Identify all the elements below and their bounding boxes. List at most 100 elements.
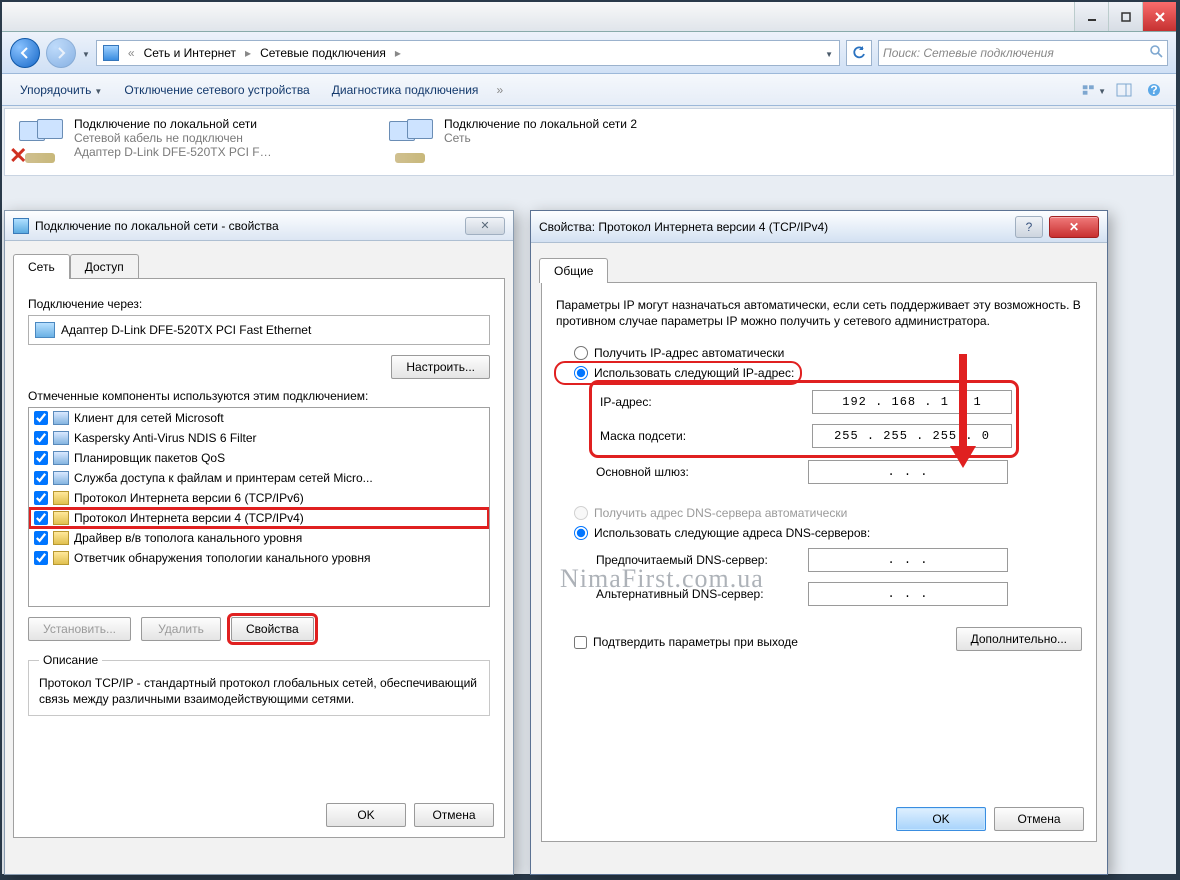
- tab-body: Подключение через: Адаптер D-Link DFE-52…: [13, 278, 505, 838]
- install-button[interactable]: Установить...: [28, 617, 131, 641]
- nav-forward-button[interactable]: [46, 38, 76, 68]
- svg-text:?: ?: [1150, 83, 1157, 97]
- advanced-button[interactable]: Дополнительно...: [956, 627, 1082, 651]
- component-checkbox[interactable]: [34, 531, 48, 545]
- description-text: Протокол TCP/IP - стандартный протокол г…: [39, 675, 479, 707]
- gateway-row: Основной шлюз: . . .: [556, 455, 1082, 489]
- components-list[interactable]: Клиент для сетей Microsoft Kaspersky Ant…: [28, 407, 490, 607]
- subnet-mask-input[interactable]: 255 . 255 . 255 . 0: [812, 424, 1012, 448]
- description-legend: Описание: [39, 653, 102, 667]
- tab-strip: Сеть Доступ: [5, 245, 513, 278]
- dialog-title: Подключение по локальной сети - свойства: [35, 219, 465, 233]
- refresh-button[interactable]: [846, 40, 872, 66]
- remove-button[interactable]: Удалить: [141, 617, 221, 641]
- configure-button[interactable]: Настроить...: [391, 355, 490, 379]
- tab-network[interactable]: Сеть: [13, 254, 70, 279]
- minimize-button[interactable]: [1074, 2, 1108, 31]
- component-checkbox[interactable]: [34, 411, 48, 425]
- connect-via-label: Подключение через:: [28, 297, 490, 311]
- ip-address-row: IP-адрес: 192 . 168 . 1 . 1: [596, 385, 1012, 419]
- location-icon: [103, 45, 119, 61]
- connection-device: Адаптер D-Link DFE-520TX PCI F…: [74, 145, 272, 159]
- adapter-display: Адаптер D-Link DFE-520TX PCI Fast Ethern…: [28, 315, 490, 345]
- gateway-label: Основной шлюз:: [596, 465, 796, 479]
- connection-item-1[interactable]: ✕ Подключение по локальной сети Сетевой …: [13, 117, 375, 167]
- component-icon: [53, 451, 69, 465]
- tab-general[interactable]: Общие: [539, 258, 608, 283]
- ip-fields-highlight: IP-адрес: 192 . 168 . 1 . 1 Маска подсет…: [592, 383, 1016, 455]
- toolbar-overflow-icon[interactable]: »: [492, 83, 507, 97]
- preview-pane-icon[interactable]: [1112, 80, 1136, 100]
- connection-title: Подключение по локальной сети 2: [444, 117, 637, 131]
- connections-pane: ✕ Подключение по локальной сети Сетевой …: [4, 108, 1174, 176]
- radio-input: [574, 506, 588, 520]
- disable-device-button[interactable]: Отключение сетевого устройства: [116, 80, 317, 100]
- subnet-mask-label: Маска подсети:: [600, 429, 800, 443]
- connection-status: Сетевой кабель не подключен: [74, 131, 272, 145]
- components-label: Отмеченные компоненты используются этим …: [28, 389, 490, 403]
- breadcrumb[interactable]: « Сеть и Интернет ▸ Сетевые подключения …: [96, 40, 840, 66]
- nav-history-dropdown[interactable]: ▼: [82, 47, 90, 59]
- connection-properties-dialog: Подключение по локальной сети - свойства…: [4, 210, 514, 875]
- ok-button[interactable]: OK: [896, 807, 986, 831]
- nav-back-button[interactable]: [10, 38, 40, 68]
- view-options-icon[interactable]: ▼: [1082, 80, 1106, 100]
- component-icon: [53, 431, 69, 445]
- titlebar-close-button[interactable]: [1142, 2, 1176, 31]
- list-item: Клиент для сетей Microsoft: [29, 408, 489, 428]
- list-item: Драйвер в/в тополога канального уровня: [29, 528, 489, 548]
- close-button[interactable]: ✕: [465, 217, 505, 235]
- component-checkbox[interactable]: [34, 511, 48, 525]
- close-button[interactable]: ✕: [1049, 216, 1099, 238]
- properties-button[interactable]: Свойства: [231, 617, 314, 641]
- radio-input[interactable]: [574, 526, 588, 540]
- explorer-titlebar: [2, 2, 1176, 32]
- dialog-titlebar: Свойства: Протокол Интернета версии 4 (T…: [531, 211, 1107, 243]
- breadcrumb-dropdown-icon[interactable]: ▼: [825, 47, 833, 59]
- list-item: Протокол Интернета версии 6 (TCP/IPv6): [29, 488, 489, 508]
- search-input[interactable]: Поиск: Сетевые подключения: [878, 40, 1168, 66]
- preferred-dns-input[interactable]: . . .: [808, 548, 1008, 572]
- help-icon[interactable]: ?: [1142, 80, 1166, 100]
- radio-auto-ip[interactable]: Получить IP-адрес автоматически: [556, 343, 1082, 363]
- adapter-name: Адаптер D-Link DFE-520TX PCI Fast Ethern…: [61, 323, 311, 337]
- diagnose-button[interactable]: Диагностика подключения: [324, 80, 487, 100]
- ok-button[interactable]: OK: [326, 803, 406, 827]
- list-item-ipv4: Протокол Интернета версии 4 (TCP/IPv4): [29, 508, 489, 528]
- organize-menu[interactable]: Упорядочить▼: [12, 80, 110, 100]
- dialog-titlebar: Подключение по локальной сети - свойства…: [5, 211, 513, 241]
- tab-access[interactable]: Доступ: [70, 254, 139, 279]
- component-checkbox[interactable]: [34, 471, 48, 485]
- component-checkbox[interactable]: [34, 491, 48, 505]
- component-icon: [53, 411, 69, 425]
- cancel-button[interactable]: Отмена: [994, 807, 1084, 831]
- component-checkbox[interactable]: [34, 431, 48, 445]
- list-item: Kaspersky Anti-Virus NDIS 6 Filter: [29, 428, 489, 448]
- radio-manual-ip[interactable]: Использовать следующий IP-адрес:: [556, 363, 800, 383]
- breadcrumb-seg-2[interactable]: Сетевые подключения: [256, 44, 390, 62]
- component-checkbox[interactable]: [34, 451, 48, 465]
- preferred-dns-row: Предпочитаемый DNS-сервер: . . .: [556, 543, 1082, 577]
- search-placeholder: Поиск: Сетевые подключения: [883, 46, 1054, 60]
- connection-item-2[interactable]: Подключение по локальной сети 2 Сеть: [383, 117, 745, 167]
- component-checkbox[interactable]: [34, 551, 48, 565]
- ip-address-label: IP-адрес:: [600, 395, 800, 409]
- cancel-button[interactable]: Отмена: [414, 803, 494, 827]
- list-item: Служба доступа к файлам и принтерам сете…: [29, 468, 489, 488]
- search-icon: [1149, 44, 1163, 61]
- maximize-button[interactable]: [1108, 2, 1142, 31]
- radio-input[interactable]: [574, 366, 588, 380]
- validate-checkbox[interactable]: [574, 636, 587, 649]
- description-group: Описание Протокол TCP/IP - стандартный п…: [28, 653, 490, 716]
- component-icon: [53, 531, 69, 545]
- gateway-input[interactable]: . . .: [808, 460, 1008, 484]
- help-button[interactable]: ?: [1015, 216, 1043, 238]
- radio-manual-dns[interactable]: Использовать следующие адреса DNS-сервер…: [556, 523, 1082, 543]
- connection-status: Сеть: [444, 131, 637, 145]
- component-icon: [53, 551, 69, 565]
- ip-address-input[interactable]: 192 . 168 . 1 . 1: [812, 390, 1012, 414]
- alternate-dns-input[interactable]: . . .: [808, 582, 1008, 606]
- connection-title: Подключение по локальной сети: [74, 117, 272, 131]
- breadcrumb-seg-1[interactable]: Сеть и Интернет: [140, 44, 240, 62]
- radio-input[interactable]: [574, 346, 588, 360]
